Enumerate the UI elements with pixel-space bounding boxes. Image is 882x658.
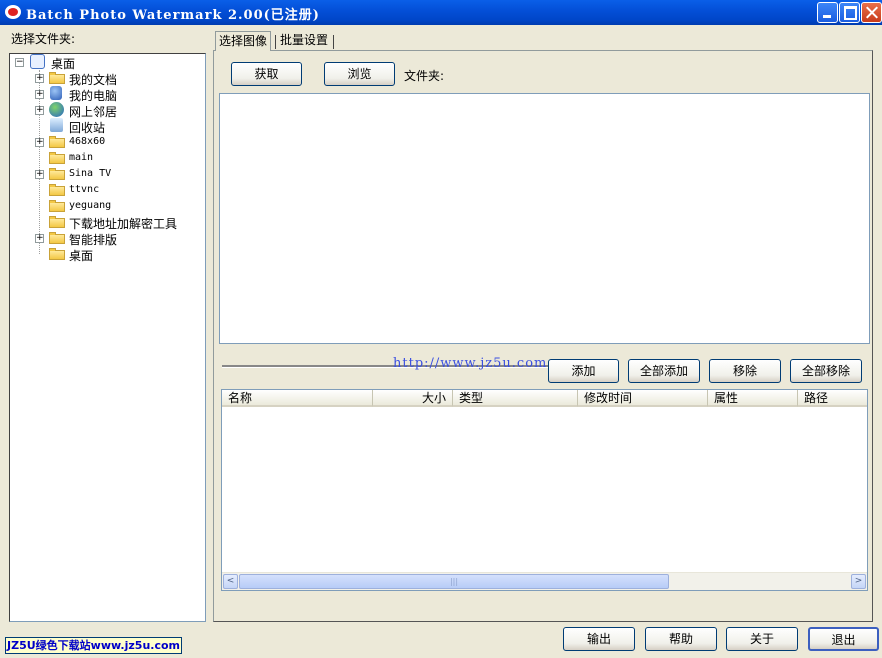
expand-toggle[interactable]: + [35,90,44,99]
folder-path-label: 文件夹: [404,69,445,83]
scroll-thumb[interactable]: ||| [239,574,669,589]
expand-toggle[interactable]: + [35,234,44,243]
image-preview-area[interactable] [219,93,870,344]
horizontal-scrollbar[interactable]: < ||| > [222,572,867,590]
tab-select-images[interactable]: 选择图像 [215,31,272,51]
folder-icon [49,232,65,244]
network-icon [49,102,64,117]
expand-toggle[interactable]: + [35,138,44,147]
tree-item-folder[interactable]: yeguang [10,198,200,214]
folder-icon [49,152,65,164]
my-computer-icon [50,86,62,100]
column-header-modified[interactable]: 修改时间 [578,390,708,407]
tree-item-label: yeguang [69,200,112,211]
tree-item-folder[interactable]: + 智能排版 [10,230,200,247]
my-documents-icon [49,72,65,84]
add-button[interactable]: 添加 [548,359,619,383]
get-button[interactable]: 获取 [231,62,302,86]
scroll-right-icon[interactable]: > [851,574,866,589]
recycle-bin-icon [50,118,63,132]
collapse-toggle[interactable]: − [15,58,24,67]
tree-item-recycle-bin[interactable]: 回收站 [10,118,200,135]
browse-button[interactable]: 浏览 [324,62,395,86]
tree-item-folder[interactable]: 桌面 [10,246,200,263]
column-header-attributes[interactable]: 属性 [708,390,798,407]
exit-button[interactable]: 退出 [808,627,879,651]
file-list[interactable]: 名称 大小 类型 修改时间 属性 路径 < ||| > [221,389,868,591]
tree-item-my-documents[interactable]: + 我的文档 [10,70,200,87]
column-header-size[interactable]: 大小 [373,390,453,407]
tree-item-desktop[interactable]: − 桌面 [10,54,200,71]
tab-batch-settings[interactable]: 批量设置 [277,31,331,50]
expand-toggle[interactable]: + [35,170,44,179]
add-all-button[interactable]: 全部添加 [628,359,700,383]
tree-item-folder[interactable]: + Sina TV [10,166,200,182]
title-bar[interactable]: Batch Photo Watermark 2.00(已注册) [0,0,882,25]
desktop-icon [30,54,45,69]
tree-item-label: ttvnc [69,184,100,195]
website-link[interactable]: JZ5U绿色下载站www.jz5u.com [5,637,182,654]
remove-button[interactable]: 移除 [709,359,781,383]
tree-item-label: 468x60 [69,136,106,147]
tab-separator [275,35,276,49]
tree-item-folder[interactable]: main [10,150,200,166]
maximize-button[interactable] [839,2,860,23]
folder-icon [49,136,65,148]
tree-item-label: Sina TV [69,168,112,179]
tree-item-label: main [69,152,94,163]
folder-icon [49,216,65,228]
tree-item-folder[interactable]: 下载地址加解密工具 [10,214,200,231]
output-button[interactable]: 输出 [563,627,635,651]
close-button[interactable] [861,2,882,23]
expand-toggle[interactable]: + [35,74,44,83]
folder-icon [49,168,65,180]
tab-separator [333,35,334,49]
column-header-path[interactable]: 路径 [798,390,867,407]
watermark-text: http://www.jz5u.com [393,356,548,371]
tree-item-label: 桌面 [69,249,94,263]
help-button[interactable]: 帮助 [645,627,717,651]
tree-item-folder[interactable]: + 468x60 [10,134,200,150]
app-icon[interactable] [5,5,21,19]
tree-item-folder[interactable]: ttvnc [10,182,200,198]
scroll-left-icon[interactable]: < [223,574,238,589]
folder-tree[interactable]: − 桌面 + 我的文档 + 我的电脑 + 网上邻居 回收站 + 468x60 m… [9,53,206,622]
tree-item-my-computer[interactable]: + 我的电脑 [10,86,200,103]
expand-toggle[interactable]: + [35,106,44,115]
about-button[interactable]: 关于 [726,627,798,651]
column-header-name[interactable]: 名称 [222,390,373,407]
folder-icon [49,248,65,260]
tree-item-network[interactable]: + 网上邻居 [10,102,200,119]
window-title: Batch Photo Watermark 2.00(已注册) [26,8,320,23]
column-header-type[interactable]: 类型 [453,390,578,407]
folder-icon [49,184,65,196]
folder-tree-label: 选择文件夹: [11,32,76,46]
folder-icon [49,200,65,212]
remove-all-button[interactable]: 全部移除 [790,359,862,383]
minimize-button[interactable] [817,2,838,23]
